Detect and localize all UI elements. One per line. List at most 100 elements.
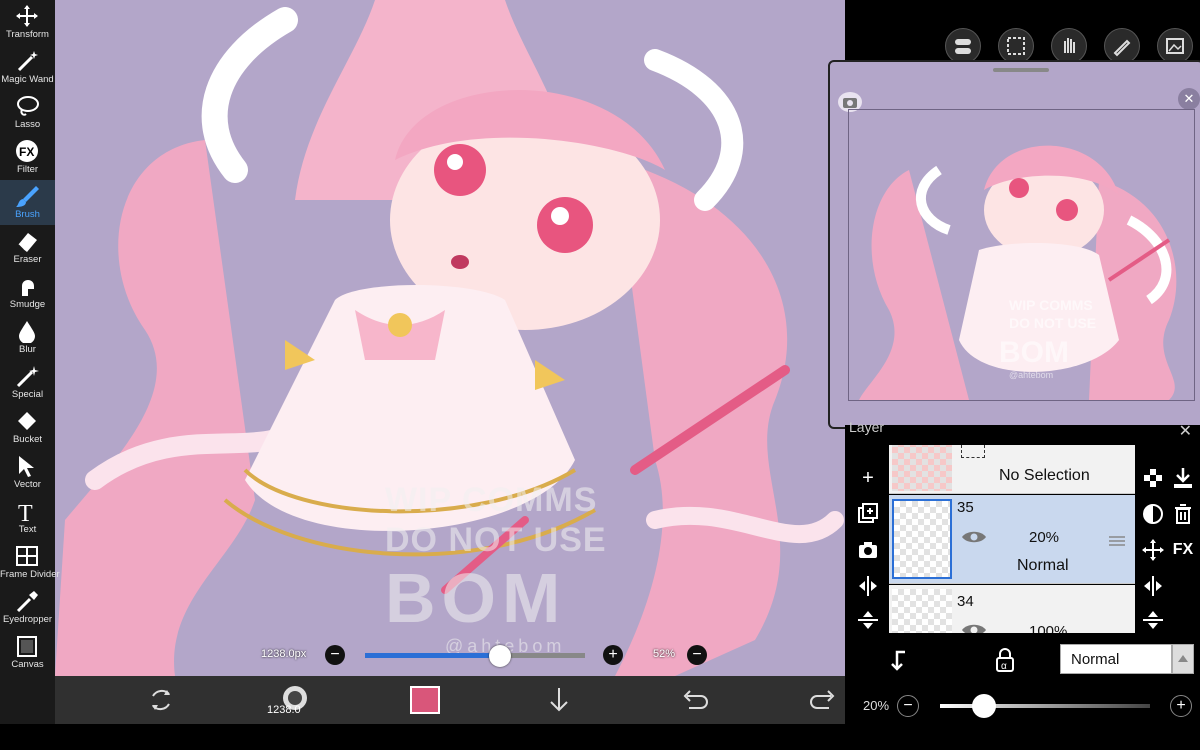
vector-arrow-icon [14,454,40,478]
visibility-eye-icon[interactable] [961,530,987,544]
blend-mode-select[interactable]: Normal [1060,644,1172,674]
selection-icon[interactable] [998,28,1034,64]
watermark-line1: WIP COMMS [385,481,598,519]
pen-icon[interactable] [1104,28,1140,64]
tool-eraser[interactable]: Eraser [0,225,55,270]
tool-filter[interactable]: FX Filter [0,135,55,180]
checkerboard-icon[interactable] [1140,465,1166,491]
tool-transform[interactable]: Transform [0,0,55,45]
svg-text:FX: FX [19,145,34,159]
layer-list[interactable]: No Selection 35 20% Normal 34 100% [889,445,1135,633]
opacity-minus-button[interactable]: − [897,695,919,717]
layer-down-arrow-icon[interactable] [543,684,575,716]
navigator-drag-handle[interactable] [993,68,1049,72]
layer-opacity-row: 20% − + [845,684,1200,726]
tool-eyedropper[interactable]: Eyedropper [0,585,55,630]
tool-blur[interactable]: Blur [0,315,55,360]
opacity-slider-thumb[interactable] [972,694,996,718]
tool-label: Text [18,524,37,535]
tool-smudge[interactable]: Smudge [0,270,55,315]
special-icon [14,364,40,388]
download-icon[interactable] [1170,465,1196,491]
tool-label: Frame Divider [0,569,60,580]
tool-label: Filter [16,164,39,175]
lasso-icon [14,94,40,118]
tool-canvas[interactable]: Canvas [0,630,55,675]
fx-icon[interactable]: FX [1170,537,1196,563]
visibility-eye-icon[interactable] [961,623,987,633]
brush-size-minus-button[interactable]: − [325,645,345,665]
layer-number: 35 [957,499,974,516]
add-layer-icon[interactable]: + [855,465,881,491]
tool-label: Blur [19,344,36,355]
tool-vector[interactable]: Vector [0,450,55,495]
tool-label: Eyedropper [2,614,53,625]
svg-text:DO NOT USE: DO NOT USE [1009,315,1096,331]
flip-horizontal-icon[interactable] [1140,573,1166,599]
drawing-canvas[interactable]: WIP COMMS DO NOT USE BOM @ahtebom 1238.0… [55,0,845,676]
layer-item-35[interactable]: 35 20% Normal [889,495,1135,584]
tool-label: Canvas [11,659,44,670]
magic-wand-icon [14,49,40,73]
rotate-sync-icon[interactable] [145,684,177,716]
selection-dashed-box [961,445,985,458]
svg-text:@ahtebom: @ahtebom [1009,370,1053,380]
flip-horizontal-icon[interactable] [855,573,881,599]
undo-icon[interactable] [677,684,709,716]
navigator-viewport: WIP COMMS DO NOT USE BOM @ahtebom [848,109,1195,401]
layer-opacity: 100% [1029,623,1068,633]
eyedropper-icon [14,589,40,613]
duplicate-layer-icon[interactable] [855,501,881,527]
tool-frame-divider[interactable]: Frame Divider [0,540,60,585]
canvas-icon [14,634,40,658]
tool-lasso[interactable]: Lasso [0,90,55,135]
navigator-close-icon[interactable]: ✕ [1178,88,1200,110]
smudge-icon [14,274,40,298]
image-gallery-icon[interactable] [1157,28,1193,64]
tool-special[interactable]: Special [0,360,55,405]
navigator-preview[interactable]: ✕ WIP COMMS DO NOT USE BOM @ahtebom [828,60,1200,429]
bucket-icon [14,409,40,433]
toggle-settings-icon[interactable] [945,28,981,64]
tool-label: Special [11,389,44,400]
flip-vertical-icon[interactable] [855,607,881,633]
brush-size-plus-button[interactable]: + [603,645,623,665]
bottom-toolbar: 1238.0 [55,676,845,724]
tool-magic-wand[interactable]: Magic Wand [0,45,55,90]
brush-icon [14,184,40,208]
fx-icon: FX [14,139,40,163]
layer-camera-icon[interactable] [855,537,881,563]
redo-icon[interactable] [809,684,841,716]
layer-left-actions: + [850,445,886,635]
alpha-lock-icon[interactable]: α [991,647,1019,675]
layer-thumbnail [892,499,952,579]
blend-mode-dropdown-icon[interactable] [1172,644,1194,674]
hand-gesture-icon[interactable] [1051,28,1087,64]
layer-item-selection[interactable]: No Selection [889,445,1135,494]
svg-text:BOM: BOM [999,336,1069,369]
mask-circle-icon[interactable] [1140,501,1166,527]
frame-divider-icon [14,544,40,568]
opacity-slider-track[interactable] [940,694,1150,718]
tool-label: Magic Wand [1,74,54,85]
tool-bucket[interactable]: Bucket [0,405,55,450]
move-layer-icon[interactable] [1140,537,1166,563]
brush-size-track[interactable] [365,645,585,667]
drag-grip-icon[interactable] [1109,533,1125,546]
tool-label: Lasso [14,119,41,130]
layer-item-34[interactable]: 34 100% [889,585,1135,633]
svg-text:α: α [1001,661,1007,672]
opacity-plus-button[interactable]: + [1170,695,1192,717]
layer-number: 34 [957,593,974,610]
clipping-arrow-icon[interactable] [887,647,915,675]
brush-preview-button[interactable]: 1238.0 [267,684,313,716]
flip-vertical-icon[interactable] [1140,607,1166,633]
layer-panel-close-icon[interactable]: ✕ [1179,421,1192,441]
tool-brush[interactable]: Brush [0,180,55,225]
color-swatch-button[interactable] [410,686,440,714]
trash-icon[interactable] [1170,501,1196,527]
zoom-minus-button[interactable]: − [687,645,707,665]
brush-size-thumb[interactable] [489,645,511,667]
tool-text[interactable]: T Text [0,495,55,540]
layer-panel-title: Layer [849,419,885,435]
